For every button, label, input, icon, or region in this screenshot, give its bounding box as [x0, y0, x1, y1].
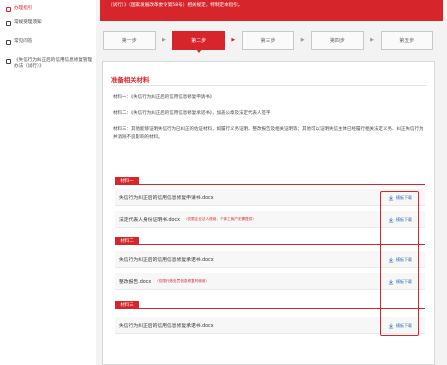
sidebar-item-guide[interactable]: 办理指引 — [6, 6, 94, 12]
step-arrow-icon: ▶ — [370, 37, 374, 43]
document-icon — [6, 20, 11, 26]
sidebar-item-measures[interactable]: 《失信行为纠正后的信用信息修复管理办法（试行）》 — [6, 58, 94, 71]
file-name: 失信行为纠正后的信用信息修复承诺书.docx — [119, 257, 214, 263]
material-desc-2: 材料二：《失信行为纠正后的信用信息修复承诺书》，加盖公章及法定代表人签字 — [113, 111, 271, 116]
divider — [115, 184, 425, 185]
file-row: 法定代表人身份证明书.docx （仅限企业法人使用，个体工商户无需提供） — [115, 211, 425, 228]
group-tag: 材料三 — [115, 301, 139, 308]
material-desc-3: 材料三：其他能够证明失信行为已纠正的佐证材料，如履行义务证明、整改报告及相关证明… — [113, 127, 424, 141]
panel-title: 准备相关材料 — [111, 76, 150, 84]
document-icon — [6, 39, 11, 45]
step-3[interactable]: 第三步 — [241, 30, 295, 50]
step-1[interactable]: 第一步 — [103, 30, 156, 50]
step-arrow-icon: ▶ — [300, 37, 305, 43]
document-icon — [6, 6, 11, 12]
file-row: 失信行为纠正后的信用信息修复承诺书.docx — [115, 251, 425, 268]
intro-banner: （试行）》（国家发展改革委令第58号）相关规定，特制定本指引。 — [100, 0, 443, 21]
file-note: （仅限企业法人使用，个体工商户无需提供） — [183, 216, 256, 221]
file-note: （仅限行政处罚信息修复时使用） — [155, 278, 210, 283]
sidebar-item-notice[interactable]: 常规受理须知 — [6, 20, 94, 26]
file-name: 法定代表人身份证明书.docx — [119, 217, 180, 223]
divider — [115, 244, 425, 245]
document-icon — [6, 58, 11, 64]
step-5[interactable]: 第五步 — [380, 30, 434, 50]
file-name: 整改报告.docx — [119, 279, 152, 285]
highlight-annotation — [380, 191, 419, 336]
group-tag: 材料二 — [115, 237, 139, 244]
divider — [115, 308, 425, 309]
materials-panel: 准备相关材料 材料一：《失信行为纠正后的信用信息修复申请书》 材料二：《失信行为… — [102, 61, 435, 365]
group-tag: 材料一 — [115, 177, 139, 184]
step-arrow-icon: ▶ — [231, 37, 236, 43]
step-2[interactable]: 第二步 — [172, 30, 225, 53]
step-arrow-icon: ▶ — [162, 37, 166, 43]
file-name: 失信行为纠正后的信用信息修复申请书.docx — [119, 195, 214, 201]
divider — [111, 85, 427, 86]
file-row: 失信行为纠正后的信用信息修复承诺书.docx — [115, 317, 425, 334]
file-row: 整改报告.docx （仅限行政处罚信息修复时使用） — [115, 273, 425, 290]
main-content: （试行）》（国家发展改革委令第58号）相关规定，特制定本指引。 第一步 ▶ 第二… — [96, 0, 447, 365]
left-sidebar: 办理指引 常规受理须知 常见问答 《失信行为纠正后的信用信息修复管理办法（试行）… — [0, 0, 96, 365]
material-desc-1: 材料一：《失信行为纠正后的信用信息修复申请书》 — [113, 95, 215, 100]
file-name: 失信行为纠正后的信用信息修复承诺书.docx — [119, 323, 214, 329]
file-row: 失信行为纠正后的信用信息修复申请书.docx — [115, 189, 425, 206]
step-progress: 第一步 ▶ 第二步 ▶ 第三步 ▶ 第四步 ▶ 第五步 — [103, 30, 434, 53]
step-4[interactable]: 第四步 — [311, 30, 364, 50]
sidebar-item-faq[interactable]: 常见问答 — [6, 39, 94, 45]
